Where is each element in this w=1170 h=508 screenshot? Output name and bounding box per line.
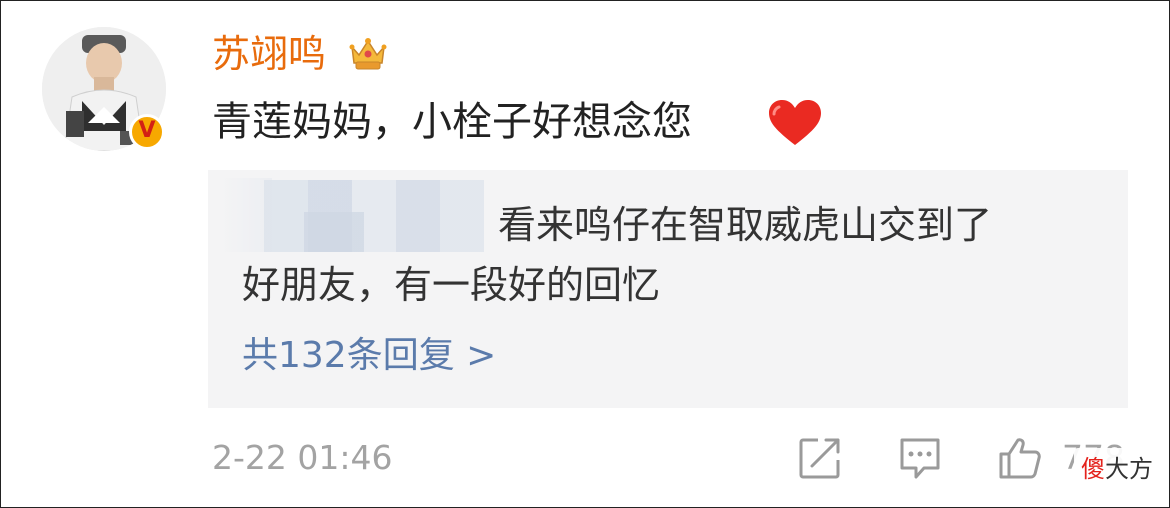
blurred-username-mosaic-block <box>304 212 364 252</box>
comment-timestamp: 2-22 01:46 <box>212 438 393 477</box>
username[interactable]: 苏翊鸣 <box>212 30 326 78</box>
site-watermark: 傻大方 <box>1074 448 1160 490</box>
comment-text: 青莲妈妈，小栓子好想念您 <box>212 99 692 145</box>
share-icon[interactable] <box>798 436 842 480</box>
crown-icon <box>349 38 387 70</box>
blurred-username-mosaic <box>264 180 484 252</box>
quoted-reply-text-line2: 好朋友，有一段好的回忆 <box>242 263 661 307</box>
quoted-reply-text-line1: 看来鸣仔在智取威虎山交到了 <box>498 203 993 247</box>
verified-badge-icon: V <box>129 114 165 150</box>
comment-icon[interactable] <box>898 436 942 480</box>
watermark-rest: 大方 <box>1105 455 1153 483</box>
quoted-reply-box[interactable]: 看来鸣仔在智取威虎山交到了 好朋友，有一段好的回忆 共132条回复 > <box>208 170 1128 408</box>
watermark-accent: 傻 <box>1081 455 1105 483</box>
user-avatar[interactable]: V <box>42 27 166 151</box>
like-icon[interactable] <box>998 436 1042 480</box>
view-replies-link[interactable]: 共132条回复 > <box>242 330 496 382</box>
heart-emoji <box>769 100 821 145</box>
